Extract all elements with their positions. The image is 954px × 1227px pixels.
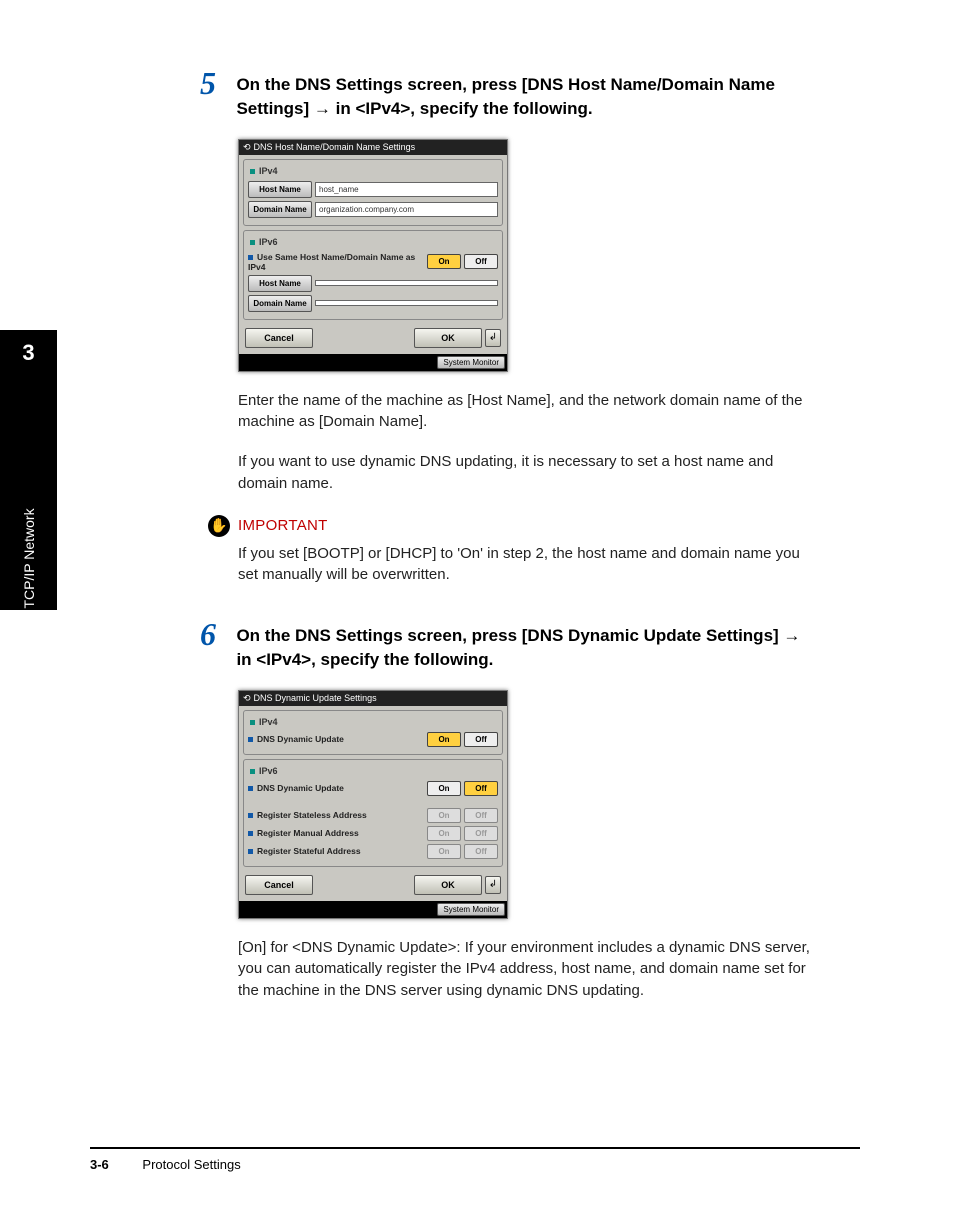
arrow-icon: → xyxy=(783,626,800,645)
footer-section: Protocol Settings xyxy=(142,1157,240,1172)
step5-para1: Enter the name of the machine as [Host N… xyxy=(238,390,820,434)
enter-icon[interactable]: ↲ xyxy=(485,876,501,894)
ipv6-label: IPv6 xyxy=(259,766,278,776)
dns-dyn6-off[interactable]: Off xyxy=(464,781,498,796)
host-name-input[interactable]: host_name xyxy=(315,182,498,197)
chapter-number: 3 xyxy=(0,340,57,366)
system-monitor-button[interactable]: System Monitor xyxy=(437,356,505,369)
step-5: 5 On the DNS Settings screen, press [DNS… xyxy=(200,65,820,586)
reg-manual-on: On xyxy=(427,826,461,841)
domain-name-button-ipv6[interactable]: Domain Name xyxy=(248,295,312,312)
reg-stateless-on: On xyxy=(427,808,461,823)
back-icon[interactable]: ⟲ xyxy=(243,142,251,153)
reg-manual-off: Off xyxy=(464,826,498,841)
step-6: 6 On the DNS Settings screen, press [DNS… xyxy=(200,616,820,1002)
page-footer: 3-6 Protocol Settings xyxy=(90,1147,860,1172)
host-name-button-ipv6[interactable]: Host Name xyxy=(248,275,312,292)
dns-dyn6-on[interactable]: On xyxy=(427,781,461,796)
cancel-button[interactable]: Cancel xyxy=(245,328,313,348)
screenshot-dns-hostname: ⟲ DNS Host Name/Domain Name Settings IPv… xyxy=(238,139,508,372)
arrow-icon: → xyxy=(314,99,331,118)
step-heading: On the DNS Settings screen, press [DNS H… xyxy=(236,65,816,121)
dns-dynamic-update-ipv4: DNS Dynamic Update xyxy=(257,734,344,744)
host-name-input-ipv6[interactable] xyxy=(315,280,498,286)
step-heading-part-b: in <IPv4>, specify the following. xyxy=(331,99,593,118)
same-host-on[interactable]: On xyxy=(427,254,461,269)
system-monitor-button[interactable]: System Monitor xyxy=(437,903,505,916)
dns-dynamic-update-ipv6: DNS Dynamic Update xyxy=(257,783,344,793)
ipv6-label: IPv6 xyxy=(259,237,278,247)
important-icon: ✋ xyxy=(208,515,230,537)
step-number: 6 xyxy=(200,616,232,653)
dns-dyn4-on[interactable]: On xyxy=(427,732,461,747)
step-heading: On the DNS Settings screen, press [DNS D… xyxy=(236,616,816,672)
domain-name-input[interactable]: organization.company.com xyxy=(315,202,498,217)
cancel-button[interactable]: Cancel xyxy=(245,875,313,895)
ok-button[interactable]: OK xyxy=(414,328,482,348)
step6-para1: [On] for <DNS Dynamic Update>: If your e… xyxy=(238,937,820,1002)
chapter-tab: 3 Using a TCP/IP Network xyxy=(0,330,57,610)
domain-name-button[interactable]: Domain Name xyxy=(248,201,312,218)
screenshot-titlebar: ⟲ DNS Dynamic Update Settings xyxy=(239,691,507,706)
screenshot-title: DNS Dynamic Update Settings xyxy=(254,693,377,703)
important-text: If you set [BOOTP] or [DHCP] to 'On' in … xyxy=(238,543,820,587)
same-host-label: Use Same Host Name/Domain Name as IPv4 xyxy=(248,252,415,272)
screenshot-titlebar: ⟲ DNS Host Name/Domain Name Settings xyxy=(239,140,507,155)
important-label: IMPORTANT xyxy=(238,517,328,534)
screenshot-title: DNS Host Name/Domain Name Settings xyxy=(254,142,416,152)
chapter-label: Using a TCP/IP Network xyxy=(21,508,37,659)
step5-para2: If you want to use dynamic DNS updating,… xyxy=(238,451,820,495)
register-stateful-label: Register Stateful Address xyxy=(257,846,361,856)
reg-stateless-off: Off xyxy=(464,808,498,823)
enter-icon[interactable]: ↲ xyxy=(485,329,501,347)
step-heading-part-b: in <IPv4>, specify the following. xyxy=(236,650,493,669)
register-manual-label: Register Manual Address xyxy=(257,828,359,838)
reg-stateful-off: Off xyxy=(464,844,498,859)
register-stateless-label: Register Stateless Address xyxy=(257,810,367,820)
ok-button[interactable]: OK xyxy=(414,875,482,895)
page-number: 3-6 xyxy=(90,1157,109,1172)
same-host-off[interactable]: Off xyxy=(464,254,498,269)
dns-dyn4-off[interactable]: Off xyxy=(464,732,498,747)
domain-name-input-ipv6[interactable] xyxy=(315,300,498,306)
reg-stateful-on: On xyxy=(427,844,461,859)
step-number: 5 xyxy=(200,65,232,102)
back-icon[interactable]: ⟲ xyxy=(243,693,251,704)
step-heading-part-a: On the DNS Settings screen, press [DNS D… xyxy=(236,626,783,645)
ipv4-label: IPv4 xyxy=(259,717,278,727)
screenshot-dns-dynamic: ⟲ DNS Dynamic Update Settings IPv4 DNS D… xyxy=(238,690,508,919)
ipv4-label: IPv4 xyxy=(259,166,278,176)
host-name-button[interactable]: Host Name xyxy=(248,181,312,198)
